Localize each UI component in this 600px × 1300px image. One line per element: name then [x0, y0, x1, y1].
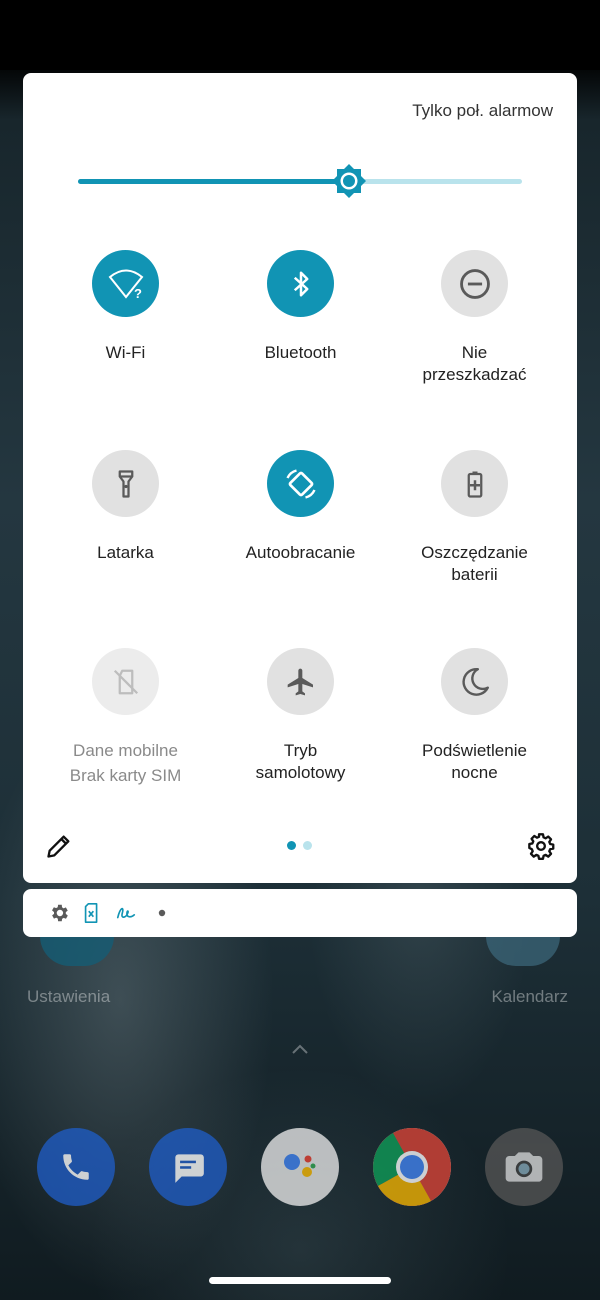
dnd-status-text[interactable]: Tylko poł. alarmow	[412, 101, 553, 121]
tile-auto-rotate-label: Autoobracanie	[245, 543, 356, 562]
gear-icon[interactable]	[527, 832, 555, 860]
tile-auto-rotate-button[interactable]	[267, 450, 334, 517]
tile-bluetooth[interactable]: Bluetooth	[213, 243, 388, 413]
brightness-slider-fill	[78, 179, 349, 184]
brightness-thumb-icon[interactable]	[331, 163, 367, 199]
quick-settings-panel: Tylko poł. alarmow ? Wi-Fi Bluetooth Nie…	[23, 73, 577, 883]
gear-icon	[52, 904, 68, 922]
camera-icon[interactable]	[485, 1128, 563, 1206]
notification-icons-bar[interactable]	[23, 889, 577, 937]
tile-do-not-disturb[interactable]: Nie przeszkadzać	[387, 243, 562, 413]
tile-wifi-button[interactable]: ?	[92, 250, 159, 317]
tile-night-light-label: Podświetlenie nocne	[422, 741, 527, 782]
bluetooth-icon	[293, 271, 308, 296]
phone-icon[interactable]	[37, 1128, 115, 1206]
no-sim-icon	[113, 669, 138, 694]
wifi-question-icon: ?	[108, 269, 143, 301]
settings-app-label: Ustawienia	[27, 987, 111, 1006]
sim-card-x-icon	[84, 903, 98, 923]
tile-mobile-data-label: Dane mobilne Brak karty SIM	[69, 741, 182, 785]
tile-auto-rotate[interactable]: Autoobracanie	[213, 443, 388, 613]
tile-night-light[interactable]: Podświetlenie nocne	[387, 641, 562, 811]
quick-tiles-grid: ? Wi-Fi Bluetooth Nie przeszkadzać Latar…	[38, 243, 562, 803]
edit-pencil-icon[interactable]	[45, 832, 73, 860]
tile-airplane-mode[interactable]: Tryb samolotowy	[213, 641, 388, 811]
assistant-icon[interactable]	[261, 1128, 339, 1206]
chrome-icon[interactable]	[373, 1128, 451, 1206]
tile-wifi-label: Wi-Fi	[105, 343, 146, 362]
night-light-icon	[461, 667, 489, 696]
tile-mobile-data: Dane mobilne Brak karty SIM	[38, 641, 213, 811]
tile-battery-saver-button[interactable]	[441, 450, 508, 517]
flashlight-icon	[118, 469, 133, 498]
tile-bluetooth-label: Bluetooth	[264, 343, 337, 362]
tile-dnd-button[interactable]	[441, 250, 508, 317]
tile-wifi[interactable]: ? Wi-Fi	[38, 243, 213, 413]
battery-saver-icon	[467, 471, 482, 498]
tile-night-light-button[interactable]	[441, 648, 508, 715]
tile-battery-saver-label: Oszczędzanie baterii	[421, 543, 528, 584]
page-dot-2[interactable]	[303, 841, 312, 850]
svg-text:?: ?	[134, 286, 142, 301]
tile-airplane-label: Tryb samolotowy	[255, 741, 346, 782]
brightness-slider[interactable]	[78, 164, 522, 198]
calendar-app-label: Kalendarz	[491, 987, 568, 1006]
airplane-icon	[287, 668, 313, 695]
status-bar	[0, 0, 600, 70]
tile-dnd-label: Nie przeszkadzać	[422, 343, 527, 384]
do-not-disturb-icon	[459, 268, 490, 299]
chevron-up-icon	[292, 1044, 308, 1054]
page-indicator	[287, 841, 317, 851]
tile-battery-saver[interactable]: Oszczędzanie baterii	[387, 443, 562, 613]
page-dot-1[interactable]	[287, 841, 296, 850]
auto-rotate-icon	[285, 468, 316, 499]
messages-icon[interactable]	[149, 1128, 227, 1206]
navigation-handle[interactable]	[209, 1277, 391, 1284]
tile-mobile-data-button	[92, 648, 159, 715]
more-dot-icon	[158, 909, 166, 917]
tile-airplane-button[interactable]	[267, 648, 334, 715]
tile-flashlight-button[interactable]	[92, 450, 159, 517]
tile-bluetooth-button[interactable]	[267, 250, 334, 317]
signature-icon	[116, 907, 136, 919]
tile-flashlight-label: Latarka	[97, 543, 154, 562]
tile-flashlight[interactable]: Latarka	[38, 443, 213, 613]
